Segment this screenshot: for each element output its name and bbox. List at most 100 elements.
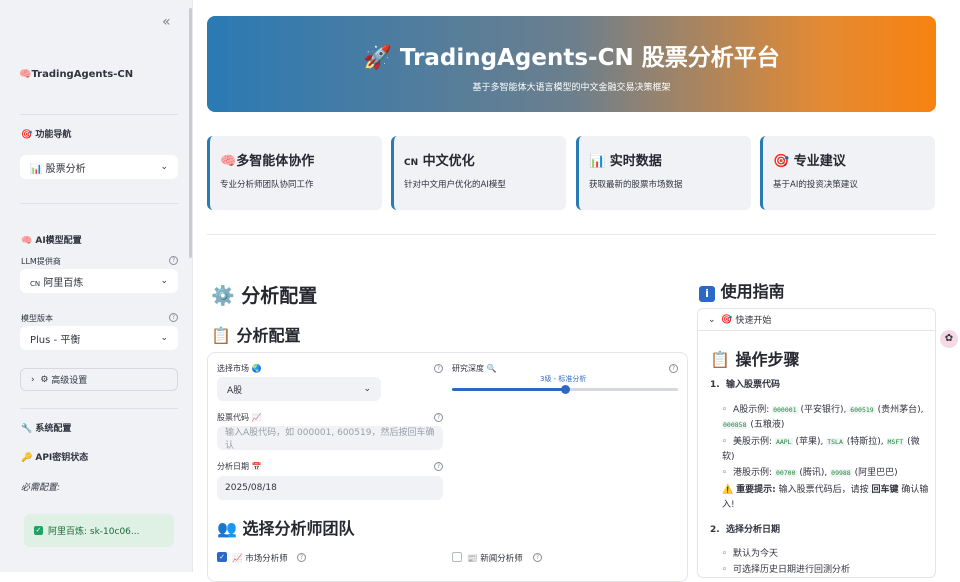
analysis-config-subheader: 📋 分析配置	[211, 326, 301, 345]
step-1: 1. 输入股票代码	[710, 380, 780, 390]
help-icon[interactable]: ?	[533, 553, 542, 562]
divider	[207, 234, 936, 235]
depth-slider-value: 3级 - 标准分析	[540, 375, 587, 383]
hk-share-example: ◦ 港股示例: 00700 (腾讯), 09988 (阿里巴巴)	[722, 468, 898, 478]
feature-card: CN 中文优化 针对中文用户优化的AI模型	[391, 136, 566, 210]
feature-desc: 基于AI的投资决策建议	[773, 180, 858, 190]
ai-config-header: 🧠 AI模型配置	[21, 236, 82, 246]
help-icon[interactable]: ?	[297, 553, 306, 562]
key-icon: 🔑	[21, 453, 33, 463]
info-icon: i	[699, 286, 715, 302]
globe-icon: 🌏	[251, 364, 262, 373]
divider	[20, 203, 178, 204]
market-select[interactable]: A股 ⌄	[217, 377, 381, 401]
brain-icon: 🧠	[220, 154, 237, 169]
depth-slider[interactable]	[452, 385, 678, 394]
clipboard-icon: 📋	[211, 326, 231, 345]
help-icon[interactable]: ?	[434, 462, 443, 471]
feature-card: 🧠多智能体协作 专业分析师团队协同工作	[207, 136, 382, 210]
llm-label: LLM提供商	[21, 257, 61, 266]
date-label: 分析日期 📅	[217, 462, 262, 471]
chart-up-icon: 📈	[232, 554, 243, 564]
check-icon: ✓	[34, 526, 43, 535]
sidebar-app-title: 🧠TradingAgents-CN	[19, 69, 134, 80]
divider	[20, 408, 178, 409]
step-2: 2. 选择分析日期	[710, 525, 780, 535]
important-tip: ⚠️ 重要提示: 输入股票代码后，请按 回车键 确认输入!	[722, 485, 929, 510]
steps-title: 📋 操作步骤	[710, 350, 800, 369]
chart-icon: 📊	[589, 154, 606, 169]
newspaper-icon: 📰	[467, 554, 478, 564]
gear-icon: ⚙️	[211, 285, 235, 307]
quick-start-toggle[interactable]: ⌄ 🎯 快速开始	[698, 309, 935, 331]
model-select[interactable]: Plus - 平衡 ⌄	[20, 326, 178, 350]
cn-flag-icon: CN	[404, 158, 419, 168]
guide-header: i 使用指南	[699, 278, 785, 302]
chart-icon: 📊	[30, 163, 43, 175]
chart-up-icon: 📈	[251, 413, 262, 422]
required-config-label: 必需配置:	[21, 483, 61, 493]
advanced-settings-expander[interactable]: › ⚙ 高级设置	[20, 368, 178, 391]
chevron-down-icon: ⌄	[160, 333, 168, 343]
help-icon[interactable]: ?	[169, 313, 178, 322]
us-share-example: ◦ 美股示例: AAPL (苹果), TSLA (特斯拉), MSFT (微软)	[722, 437, 920, 462]
stock-code-input[interactable]: 输入A股代码，如 000001, 600519，然后按回车确认	[217, 426, 443, 451]
floating-assistant-icon[interactable]: ✿	[940, 330, 958, 348]
chevron-down-icon: ⌄	[160, 276, 168, 286]
news-analyst-checkbox[interactable]	[452, 552, 462, 562]
date-hint-2: ◦ 可选择历史日期进行回测分析	[722, 565, 851, 575]
api-key-header: 🔑 API密钥状态	[21, 453, 89, 463]
system-config-header: 🔧 系统配置	[21, 424, 72, 434]
help-icon[interactable]: ?	[669, 364, 678, 373]
chevron-down-icon: ⌄	[160, 162, 168, 172]
a-share-example: ◦ A股示例: 000001 (平安银行), 600519 (贵州茅台), 00…	[722, 405, 924, 430]
analysis-date-input[interactable]: 2025/08/18	[217, 476, 443, 500]
rocket-icon: 🚀	[363, 45, 392, 71]
team-header: 👥 选择分析师团队	[217, 519, 355, 538]
people-icon: 👥	[217, 519, 237, 538]
news-analyst-label: 📰 新闻分析师	[467, 554, 523, 564]
magnifier-icon: 🔍	[486, 364, 497, 373]
depth-slider-thumb[interactable]	[561, 385, 570, 394]
feature-desc: 针对中文用户优化的AI模型	[404, 180, 506, 190]
chevron-down-icon: ⌄	[363, 384, 371, 394]
depth-slider-fill	[452, 388, 565, 391]
brain-icon: 🧠	[21, 236, 33, 246]
warning-icon: ⚠️	[722, 485, 734, 495]
model-label: 模型版本	[21, 314, 53, 323]
sidebar-scrollbar[interactable]	[189, 8, 192, 258]
nav-select[interactable]: 📊 股票分析 ⌄	[20, 155, 178, 179]
feature-desc: 专业分析师团队协同工作	[220, 180, 314, 190]
llm-provider-select[interactable]: CN 阿里百炼 ⌄	[20, 269, 178, 293]
clipboard-icon: 📋	[710, 350, 730, 369]
market-analyst-checkbox[interactable]: ✓	[217, 552, 227, 562]
market-label: 选择市场 🌏	[217, 364, 262, 373]
api-status-badge: ✓ 阿里百炼: sk-10c06...	[24, 514, 174, 547]
cn-flag-icon: CN	[30, 279, 41, 288]
target-icon: 🎯	[773, 154, 790, 169]
wrench-icon: 🔧	[21, 424, 33, 434]
header-banner: 🚀 TradingAgents-CN 股票分析平台 基于多智能体大语言模型的中文…	[207, 16, 936, 112]
target-icon: 🎯	[21, 130, 33, 140]
help-icon[interactable]: ?	[169, 256, 178, 265]
divider	[20, 114, 178, 115]
brain-icon: 🧠	[19, 69, 32, 80]
page-title: 🚀 TradingAgents-CN 股票分析平台	[363, 45, 780, 71]
sidebar: « 🧠TradingAgents-CN 🎯 功能导航 📊 股票分析 ⌄ 🧠 AI…	[0, 0, 193, 572]
feature-desc: 获取最新的股票市场数据	[589, 180, 683, 190]
chevron-down-icon: ⌄	[708, 314, 716, 325]
calendar-icon: 📅	[251, 462, 262, 471]
help-icon[interactable]: ?	[434, 413, 443, 422]
collapse-sidebar-icon[interactable]: «	[162, 14, 171, 30]
feature-card: 📊 实时数据 获取最新的股票市场数据	[576, 136, 751, 210]
market-analyst-label: 📈 市场分析师	[232, 554, 288, 564]
depth-label: 研究深度 🔍	[452, 364, 497, 373]
code-label: 股票代码 📈	[217, 413, 262, 422]
gear-icon: ⚙	[40, 374, 49, 385]
feature-card: 🎯 专业建议 基于AI的投资决策建议	[760, 136, 935, 210]
chevron-right-icon: ›	[31, 374, 35, 385]
analysis-config-header: ⚙️ 分析配置	[211, 285, 318, 307]
help-icon[interactable]: ?	[434, 364, 443, 373]
target-icon: 🎯	[721, 314, 733, 325]
nav-header: 🎯 功能导航	[21, 130, 72, 140]
